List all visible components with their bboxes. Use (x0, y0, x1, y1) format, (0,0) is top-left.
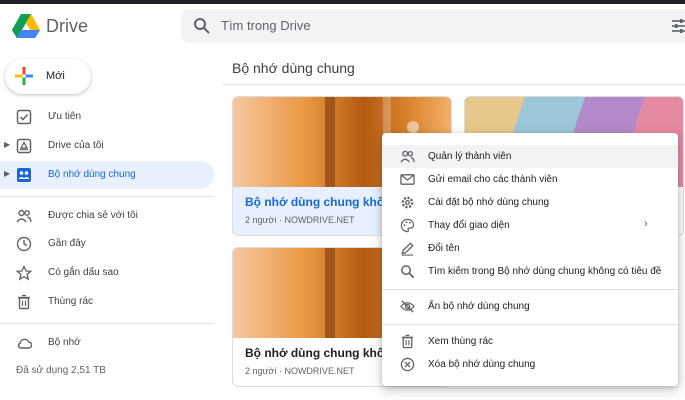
chevron-right-icon: › (644, 218, 648, 230)
sidebar-divider (0, 196, 214, 197)
menu-item-label: Xem thùng rác (428, 336, 494, 347)
star-icon (16, 265, 32, 281)
sidebar-item-label: Bộ nhớ dùng chung (48, 169, 136, 180)
sidebar-item-shared-drives[interactable]: ▶ Bộ nhớ dùng chung (0, 161, 214, 189)
menu-item-view-trash[interactable]: Xem thùng rác (382, 330, 678, 353)
card-meta: 2 người · NOWDRIVE.NET (245, 215, 355, 225)
search-icon[interactable] (193, 17, 211, 35)
menu-item-label: Cài đặt bộ nhớ dùng chung (428, 197, 550, 208)
menu-separator (382, 324, 678, 325)
search-options-icon[interactable] (671, 18, 685, 34)
menu-item-delete[interactable]: Xóa bộ nhớ dùng chung (382, 353, 678, 376)
sidebar-item-recent[interactable]: Gần đây (0, 230, 214, 258)
my-drive-icon (16, 138, 32, 154)
palette-icon (400, 218, 415, 233)
expand-arrow-icon[interactable]: ▶ (4, 169, 10, 178)
menu-item-search-within[interactable]: Tìm kiếm trong Bộ nhớ dùng chung không c… (382, 260, 678, 283)
sidebar-item-label: Ưu tiên (48, 111, 82, 122)
menu-separator (382, 289, 678, 290)
priority-check-icon (16, 109, 32, 125)
trash-icon (401, 334, 414, 349)
sidebar-item-my-drive[interactable]: ▶ Drive của tôi (0, 132, 214, 160)
hide-eye-icon (400, 300, 415, 313)
settings-gear-icon (401, 196, 414, 209)
cloud-icon (17, 338, 32, 349)
menu-item-label: Gửi email cho các thành viên (428, 174, 558, 185)
card-title: Bộ nhớ dùng chung không (245, 346, 399, 360)
sidebar-item-priority[interactable]: Ưu tiên (0, 103, 214, 131)
new-button[interactable]: Mới (5, 59, 91, 94)
rename-pencil-icon (401, 242, 414, 256)
sidebar-item-storage[interactable]: Bộ nhớ (0, 329, 214, 357)
sidebar-item-trash[interactable]: Thùng rác (0, 288, 214, 316)
menu-item-hide[interactable]: Ẩn bộ nhớ dùng chung (382, 295, 678, 318)
trash-icon (18, 294, 30, 310)
email-icon (400, 174, 415, 185)
search-input[interactable]: Tìm trong Drive (221, 18, 311, 33)
manage-members-icon (400, 150, 415, 163)
sidebar-item-label: Có gắn dấu sao (48, 267, 119, 278)
people-icon (16, 209, 32, 223)
expand-arrow-icon[interactable]: ▶ (4, 140, 10, 149)
menu-item-settings[interactable]: Cài đặt bộ nhớ dùng chung (382, 191, 678, 214)
shared-drives-icon (17, 168, 31, 182)
card-title: Bộ nhớ dùng chung không (245, 195, 399, 209)
menu-item-label: Tìm kiếm trong Bộ nhớ dùng chung không c… (428, 266, 662, 277)
sidebar-item-label: Thùng rác (48, 296, 94, 307)
sidebar-item-starred[interactable]: Có gắn dấu sao (0, 259, 214, 287)
menu-item-label: Quản lý thành viên (428, 151, 512, 162)
menu-item-label: Xóa bộ nhớ dùng chung (428, 359, 536, 370)
new-button-label: Mới (46, 70, 65, 82)
sidebar-item-label: Bộ nhớ (48, 337, 81, 348)
menu-item-manage-members[interactable]: Quản lý thành viên (382, 145, 678, 168)
menu-item-label: Đổi tên (428, 243, 460, 254)
menu-item-label: Thay đổi giao diện (428, 220, 510, 231)
storage-usage-text: Đã sử dụng 2,51 TB (16, 365, 106, 376)
card-meta: 2 người · NOWDRIVE.NET (245, 366, 355, 376)
sidebar-item-shared-with-me[interactable]: Được chia sẻ với tôi (0, 202, 214, 230)
drive-logo-icon[interactable] (12, 14, 40, 38)
sidebar-divider (0, 323, 214, 324)
context-menu: Quản lý thành viên Gửi email cho các thà… (382, 133, 678, 386)
title-divider (222, 84, 685, 85)
menu-item-change-theme[interactable]: Thay đổi giao diện › (382, 214, 678, 237)
search-icon (401, 265, 415, 279)
menu-item-label: Ẩn bộ nhớ dùng chung (428, 301, 530, 312)
sidebar-item-label: Gần đây (48, 238, 86, 249)
delete-circle-x-icon (400, 357, 415, 372)
page-title: Bộ nhớ dùng chung (232, 60, 355, 76)
sidebar-item-label: Drive của tôi (48, 140, 104, 151)
plus-icon (15, 67, 33, 85)
search-bar[interactable]: Tìm trong Drive (181, 9, 685, 43)
top-edge (0, 0, 685, 4)
app-title: Drive (46, 16, 89, 36)
menu-item-rename[interactable]: Đổi tên (382, 237, 678, 260)
clock-icon (16, 236, 32, 252)
sidebar-item-label: Được chia sẻ với tôi (48, 210, 138, 221)
menu-item-email-members[interactable]: Gửi email cho các thành viên (382, 168, 678, 191)
